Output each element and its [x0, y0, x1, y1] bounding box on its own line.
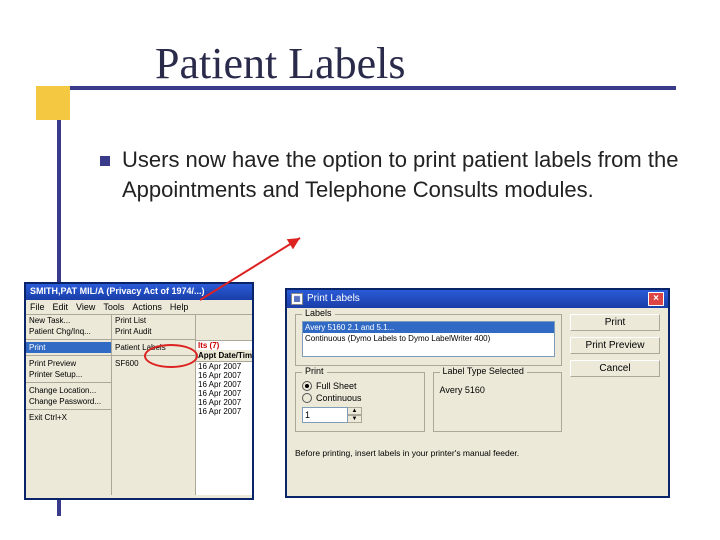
accent-square: [36, 86, 70, 120]
labels-group: Labels Avery 5160 2.1 and 5.1... Continu…: [295, 314, 562, 366]
menu-item-exit[interactable]: Exit Ctrl+X: [26, 412, 111, 423]
label-type-value: Avery 5160: [440, 379, 556, 395]
highlight-circle-icon: [144, 344, 198, 368]
menu-item[interactable]: Change Password...: [26, 396, 111, 407]
menu-tools[interactable]: Tools: [103, 302, 124, 312]
menu-item[interactable]: Print Preview: [26, 358, 111, 369]
print-button[interactable]: Print: [570, 314, 660, 331]
column-header: Appt Date/Time: [196, 350, 252, 362]
count-stepper[interactable]: ▲▼: [302, 407, 418, 423]
table-row: 16 Apr 2007: [196, 380, 252, 389]
list-item[interactable]: Continuous (Dymo Labels to Dymo LabelWri…: [303, 333, 554, 344]
radio-full-sheet[interactable]: Full Sheet: [302, 381, 418, 391]
print-labels-dialog: ▦ Print Labels × Labels Avery 5160 2.1 an…: [285, 288, 670, 498]
menu-item[interactable]: Patient Chg/Inq...: [26, 326, 111, 337]
group-label: Print: [302, 366, 327, 376]
dialog-titlebar: ▦ Print Labels ×: [287, 290, 668, 308]
table-row: 16 Apr 2007: [196, 371, 252, 380]
menu-item[interactable]: Change Location...: [26, 385, 111, 396]
count-input[interactable]: [302, 407, 348, 423]
labels-listbox[interactable]: Avery 5160 2.1 and 5.1... Continuous (Dy…: [302, 321, 555, 357]
slide-title: Patient Labels: [155, 38, 406, 89]
table-row: 16 Apr 2007: [196, 407, 252, 416]
results-count: lts (7): [196, 341, 252, 350]
radio-label: Continuous: [316, 393, 362, 403]
app-window-titlebar: SMITH,PAT MIL/A (Privacy Act of 1974/...…: [26, 284, 252, 300]
table-row: 16 Apr 2007: [196, 398, 252, 407]
radio-label: Full Sheet: [316, 381, 357, 391]
group-label: Label Type Selected: [440, 366, 527, 376]
dialog-icon: ▦: [291, 293, 303, 305]
radio-icon: [302, 381, 312, 391]
group-label: Labels: [302, 308, 335, 318]
slide-body-text: Users now have the option to print patie…: [122, 145, 682, 204]
label-type-group: Label Type Selected Avery 5160: [433, 372, 563, 432]
menu-edit[interactable]: Edit: [53, 302, 69, 312]
menu-item[interactable]: Printer Setup...: [26, 369, 111, 380]
menu-view[interactable]: View: [76, 302, 95, 312]
menu-item[interactable]: New Task...: [26, 315, 111, 326]
list-item[interactable]: Avery 5160 2.1 and 5.1...: [303, 322, 554, 333]
menu-help[interactable]: Help: [170, 302, 189, 312]
table-row: 16 Apr 2007: [196, 362, 252, 371]
chevron-down-icon[interactable]: ▼: [348, 415, 362, 423]
results-panel: lts (7) Appt Date/Time 16 Apr 2007 16 Ap…: [196, 315, 252, 495]
print-preview-button[interactable]: Print Preview: [570, 337, 660, 354]
dialog-title-text: Print Labels: [307, 293, 360, 304]
submenu-item[interactable]: Print List: [112, 315, 195, 326]
file-menu-dropdown: New Task... Patient Chg/Inq... Print Pri…: [26, 315, 112, 495]
menu-actions[interactable]: Actions: [132, 302, 162, 312]
radio-icon: [302, 393, 312, 403]
bullet-icon: [100, 156, 110, 166]
app-window: SMITH,PAT MIL/A (Privacy Act of 1974/...…: [24, 282, 254, 500]
submenu-item[interactable]: Print Audit: [112, 326, 195, 337]
table-row: 16 Apr 2007: [196, 389, 252, 398]
app-window-menubar: File Edit View Tools Actions Help: [26, 300, 252, 315]
radio-continuous[interactable]: Continuous: [302, 393, 418, 403]
menu-item-print[interactable]: Print: [26, 342, 111, 353]
close-icon[interactable]: ×: [648, 292, 664, 306]
dialog-footnote: Before printing, insert labels in your p…: [287, 444, 668, 462]
chevron-up-icon[interactable]: ▲: [348, 407, 362, 415]
print-group: Print Full Sheet Continuous ▲▼: [295, 372, 425, 432]
cancel-button[interactable]: Cancel: [570, 360, 660, 377]
menu-file[interactable]: File: [30, 302, 45, 312]
print-submenu: Print List Print Audit Patient Labels SF…: [112, 315, 196, 495]
